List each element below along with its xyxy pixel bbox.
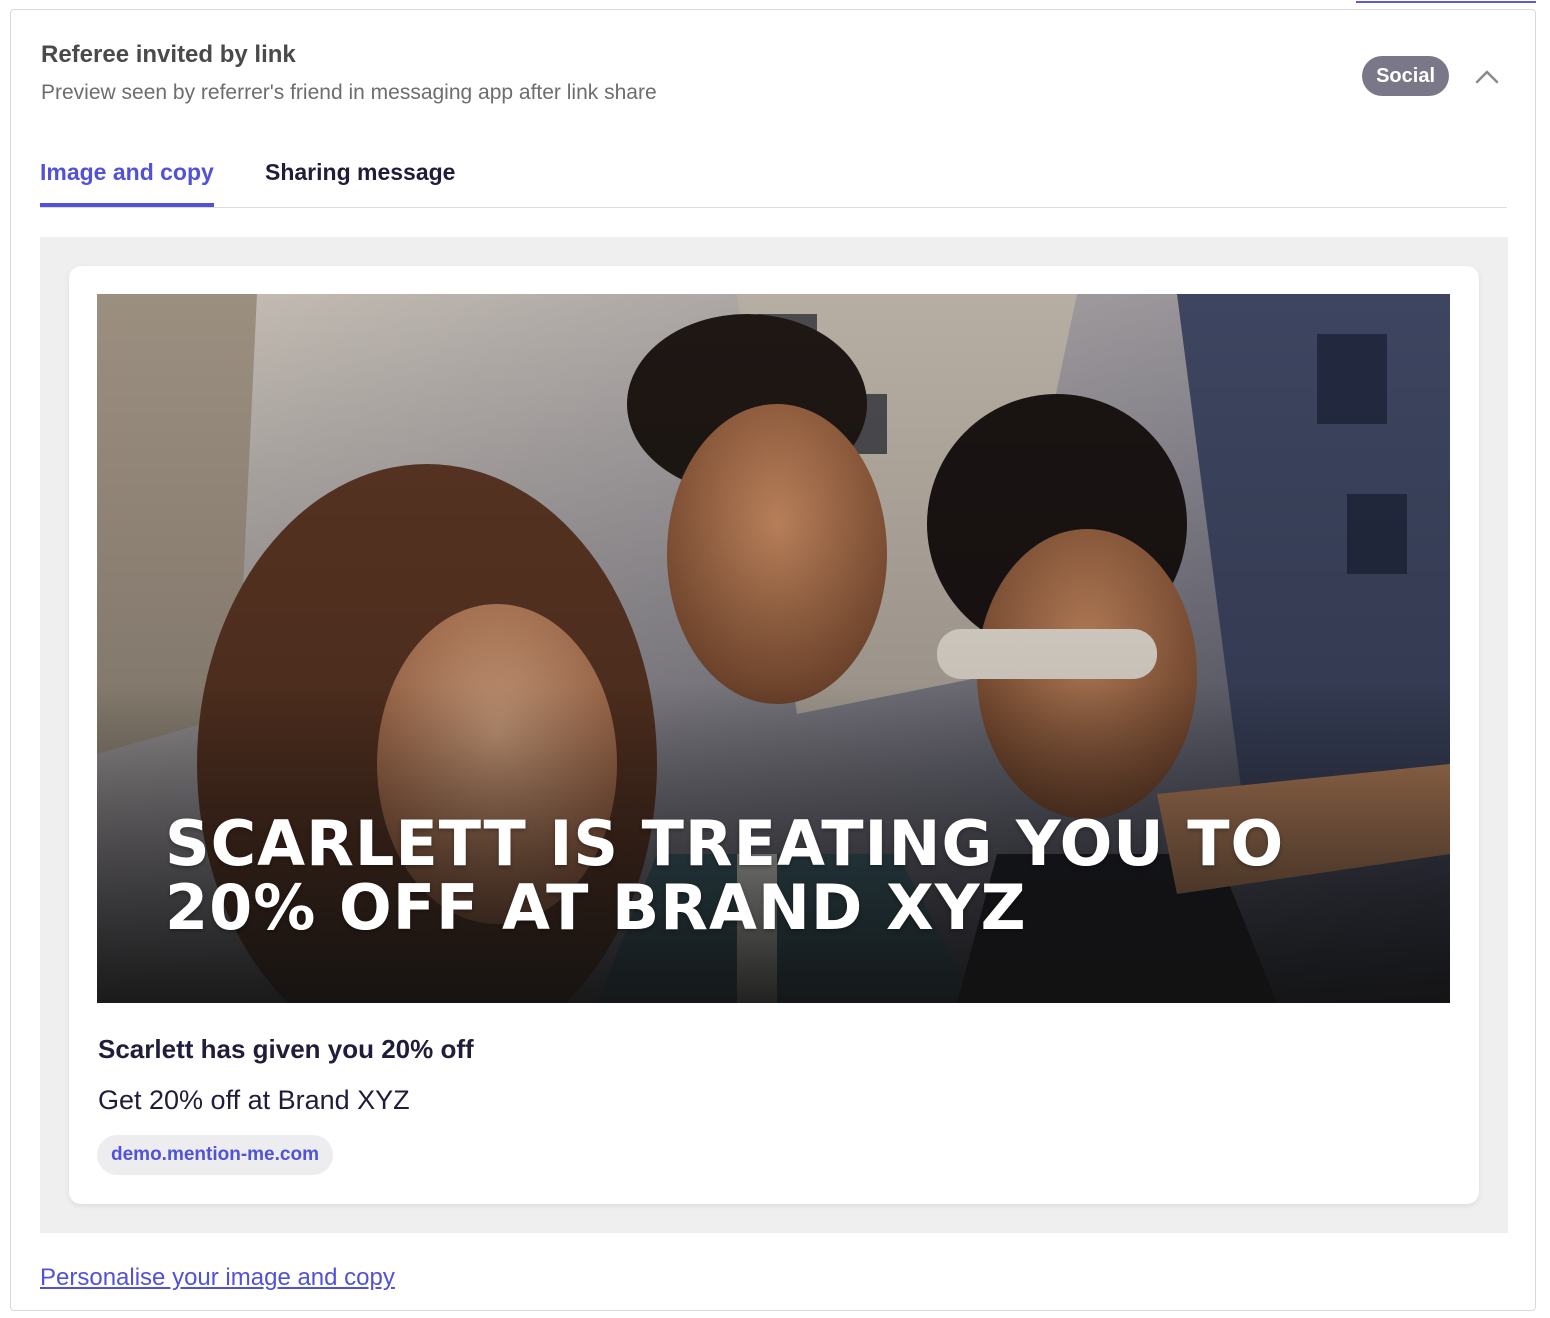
tab-image-and-copy[interactable]: Image and copy [40, 158, 214, 207]
section-title: Referee invited by link [41, 41, 296, 68]
preview-description: Get 20% off at Brand XYZ [98, 1085, 410, 1115]
preview-area: SCARLETT IS TREATING YOU TO 20% OFF AT B… [40, 237, 1508, 1233]
headline-line-2: 20% OFF AT BRAND XYZ [165, 871, 1027, 944]
link-preview-card: SCARLETT IS TREATING YOU TO 20% OFF AT B… [69, 266, 1479, 1204]
referee-preview-card: Referee invited by link Preview seen by … [10, 9, 1536, 1311]
social-badge: Social [1362, 56, 1449, 96]
preview-image: SCARLETT IS TREATING YOU TO 20% OFF AT B… [97, 294, 1450, 1003]
preview-domain: demo.mention-me.com [97, 1135, 333, 1175]
personalise-link[interactable]: Personalise your image and copy [40, 1263, 395, 1293]
section-subtitle: Preview seen by referrer's friend in mes… [41, 81, 657, 104]
tab-sharing-message[interactable]: Sharing message [265, 158, 455, 203]
preview-image-headline: SCARLETT IS TREATING YOU TO 20% OFF AT B… [165, 812, 1365, 940]
preview-tabs: Image and copy Sharing message [40, 150, 1507, 208]
headline-line-1: SCARLETT IS TREATING YOU TO [165, 807, 1285, 880]
top-link-underline [1356, 0, 1536, 3]
chevron-up-icon[interactable] [1469, 58, 1505, 94]
preview-title: Scarlett has given you 20% off [98, 1034, 474, 1064]
section-header: Referee invited by link Preview seen by … [41, 40, 1505, 120]
